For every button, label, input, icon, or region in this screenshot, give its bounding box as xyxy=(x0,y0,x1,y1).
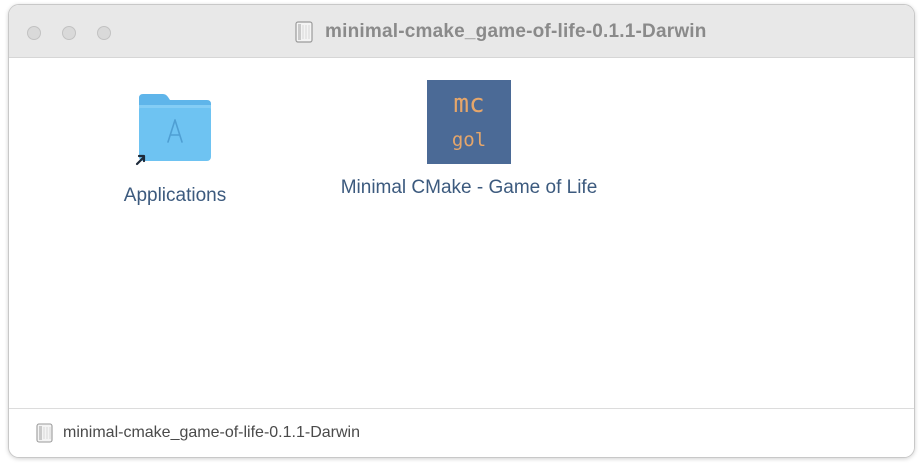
app-icon: mc gol xyxy=(427,80,511,164)
close-button[interactable] xyxy=(27,26,41,40)
path-bar: minimal-cmake_game-of-life-0.1.1-Darwin xyxy=(9,408,914,457)
path-label[interactable]: minimal-cmake_game-of-life-0.1.1-Darwin xyxy=(63,424,360,442)
zoom-button[interactable] xyxy=(97,26,111,40)
folder-content: Applications mc gol Minimal CMake - Game… xyxy=(9,58,914,409)
disk-image-icon xyxy=(36,423,53,443)
window-title: minimal-cmake_game-of-life-0.1.1-Darwin xyxy=(325,21,707,42)
window-title-group: minimal-cmake_game-of-life-0.1.1-Darwin xyxy=(295,19,707,45)
applications-folder-icon xyxy=(135,94,211,166)
svg-text:mc: mc xyxy=(453,89,484,119)
applications-label: Applications xyxy=(123,185,227,206)
game-of-life-app-item[interactable]: mc gol Minimal CMake - Game of Life xyxy=(329,80,609,202)
applications-alias-item[interactable]: Applications xyxy=(95,88,255,210)
title-bar[interactable]: minimal-cmake_game-of-life-0.1.1-Darwin xyxy=(9,5,914,58)
finder-window: minimal-cmake_game-of-life-0.1.1-Darwin … xyxy=(8,4,915,458)
disk-image-icon xyxy=(295,21,313,43)
app-label: Minimal CMake - Game of Life xyxy=(340,177,598,198)
svg-text:gol: gol xyxy=(452,129,486,151)
minimize-button[interactable] xyxy=(62,26,76,40)
